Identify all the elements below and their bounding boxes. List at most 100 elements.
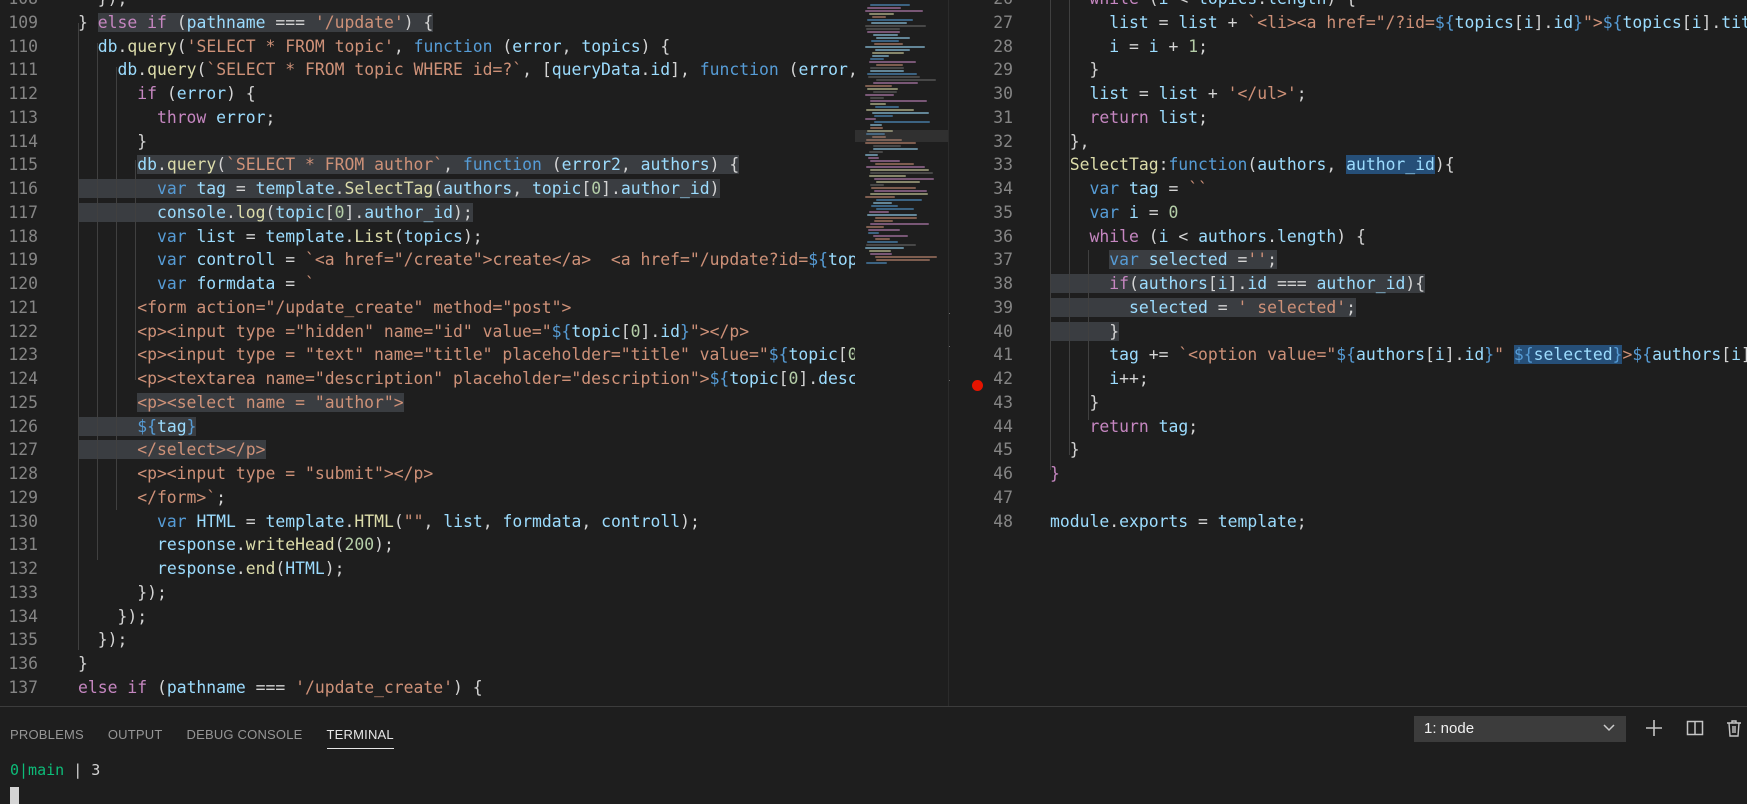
right-editor[interactable]: 26 while (i < topics.length) { 27 list = … <box>948 0 1747 706</box>
line-number[interactable]: 126 <box>0 415 38 439</box>
line-number[interactable]: 116 <box>0 177 38 201</box>
left-code-line[interactable]: 109} else if (pathname === '/update') { <box>0 11 855 35</box>
code-text[interactable]: db.query(`SELECT * FROM author`, functio… <box>78 153 740 177</box>
line-number[interactable]: 125 <box>0 391 38 415</box>
code-text[interactable]: } <box>78 130 147 154</box>
line-number[interactable]: 46 <box>949 462 1013 486</box>
line-number[interactable]: 128 <box>0 462 38 486</box>
code-text[interactable]: } <box>1050 58 1099 82</box>
line-number[interactable]: 30 <box>949 82 1013 106</box>
line-number[interactable]: 39 <box>949 296 1013 320</box>
left-code-line[interactable]: 118 var list = template.List(topics); <box>0 225 855 249</box>
left-code-line[interactable]: 110 db.query('SELECT * FROM topic', func… <box>0 35 855 59</box>
code-text[interactable]: </form>`; <box>78 486 226 510</box>
line-number[interactable]: 36 <box>949 225 1013 249</box>
tab-problems[interactable]: PROBLEMS <box>10 721 84 749</box>
code-text[interactable]: <p><input type = "text" name="title" pla… <box>78 343 855 367</box>
line-number[interactable]: 133 <box>0 581 38 605</box>
left-code-line[interactable]: 120 var formdata = ` <box>0 272 855 296</box>
line-number[interactable]: 27 <box>949 11 1013 35</box>
line-number[interactable]: 37 <box>949 248 1013 272</box>
line-number[interactable]: 29 <box>949 58 1013 82</box>
line-number[interactable]: 135 <box>0 628 38 652</box>
line-number[interactable]: 108 <box>0 0 38 11</box>
line-number[interactable]: 118 <box>0 225 38 249</box>
line-number[interactable]: 119 <box>0 248 38 272</box>
line-number[interactable]: 26 <box>949 0 1013 11</box>
line-number[interactable]: 28 <box>949 35 1013 59</box>
code-text[interactable]: tag += `<option value="${authors[i].id}"… <box>1050 343 1747 367</box>
left-code-line[interactable]: 112 if (error) { <box>0 82 855 106</box>
line-number[interactable]: 47 <box>949 486 1013 510</box>
line-number[interactable]: 109 <box>0 11 38 35</box>
code-text[interactable]: var HTML = template.HTML("", list, formd… <box>78 510 700 534</box>
right-code-line[interactable]: 47 <box>949 486 1747 510</box>
code-text[interactable]: var formdata = ` <box>78 272 315 296</box>
left-code-line[interactable]: 132 response.end(HTML); <box>0 557 855 581</box>
code-text[interactable]: db.query(`SELECT * FROM topic WHERE id=?… <box>78 58 855 82</box>
left-code-line[interactable]: 135 }); <box>0 628 855 652</box>
left-code-line[interactable]: 126 ${tag} <box>0 415 855 439</box>
code-text[interactable]: } <box>1050 391 1099 415</box>
code-text[interactable]: <p><input type ="hidden" name="id" value… <box>78 320 749 344</box>
code-text[interactable]: while (i < authors.length) { <box>1050 225 1365 249</box>
line-number[interactable]: 32 <box>949 130 1013 154</box>
line-number[interactable]: 124 <box>0 367 38 391</box>
left-code-line[interactable]: 117 console.log(topic[0].author_id); <box>0 201 855 225</box>
breakpoint-icon[interactable] <box>972 380 983 391</box>
line-number[interactable]: 33 <box>949 153 1013 177</box>
code-text[interactable]: } <box>1050 320 1120 344</box>
code-text[interactable]: i = i + 1; <box>1050 35 1208 59</box>
line-number[interactable]: 35 <box>949 201 1013 225</box>
code-text[interactable]: <p><textarea name="description" placehol… <box>78 367 855 391</box>
line-number[interactable]: 117 <box>0 201 38 225</box>
code-text[interactable]: }); <box>78 628 128 652</box>
line-number[interactable]: 122 <box>0 320 38 344</box>
tab-output[interactable]: OUTPUT <box>108 721 163 749</box>
line-number[interactable]: 40 <box>949 320 1013 344</box>
line-number[interactable]: 38 <box>949 272 1013 296</box>
left-code-line[interactable]: 124 <p><textarea name="description" plac… <box>0 367 855 391</box>
code-text[interactable]: <p><select name = "author"> <box>78 391 404 415</box>
line-number[interactable]: 131 <box>0 533 38 557</box>
line-number[interactable]: 45 <box>949 438 1013 462</box>
left-code-line[interactable]: 127 </select></p> <box>0 438 855 462</box>
line-number[interactable]: 134 <box>0 605 38 629</box>
left-code-line[interactable]: 130 var HTML = template.HTML("", list, f… <box>0 510 855 534</box>
code-text[interactable]: var selected =''; <box>1050 248 1278 272</box>
code-text[interactable]: </select></p> <box>78 438 266 462</box>
line-number[interactable]: 115 <box>0 153 38 177</box>
terminal-select[interactable]: 1: node <box>1414 716 1626 742</box>
left-code-line[interactable]: 121 <form action="/update_create" method… <box>0 296 855 320</box>
line-number[interactable]: 129 <box>0 486 38 510</box>
code-text[interactable]: } <box>78 652 88 676</box>
plus-icon[interactable] <box>1643 718 1665 740</box>
code-text[interactable]: module.exports = template; <box>1050 510 1307 534</box>
code-text[interactable]: var tag = `` <box>1050 177 1207 201</box>
left-code-line[interactable]: 108 }); <box>0 0 855 11</box>
line-number[interactable]: 110 <box>0 35 38 59</box>
left-code-line[interactable]: 113 throw error; <box>0 106 855 130</box>
minimap-slider[interactable] <box>855 130 948 142</box>
code-text[interactable]: while (i < topics.length) { <box>1050 0 1356 11</box>
code-text[interactable]: list = list + `<li><a href="/?id=${topic… <box>1050 11 1747 35</box>
left-code-lines[interactable]: 108 });109} else if (pathname === '/upda… <box>0 0 855 700</box>
line-number[interactable]: 43 <box>949 391 1013 415</box>
left-code-line[interactable]: 136} <box>0 652 855 676</box>
line-number[interactable]: 112 <box>0 82 38 106</box>
right-code-line[interactable]: 48 module.exports = template; <box>949 510 1747 534</box>
left-code-line[interactable]: 131 response.writeHead(200); <box>0 533 855 557</box>
left-code-line[interactable]: 122 <p><input type ="hidden" name="id" v… <box>0 320 855 344</box>
line-number[interactable]: 137 <box>0 676 38 700</box>
code-text[interactable]: response.end(HTML); <box>78 557 345 581</box>
left-code-line[interactable]: 125 <p><select name = "author"> <box>0 391 855 415</box>
code-text[interactable]: console.log(topic[0].author_id); <box>78 201 473 225</box>
line-number[interactable]: 31 <box>949 106 1013 130</box>
right-code-line[interactable]: 46} <box>949 462 1747 486</box>
line-number[interactable]: 123 <box>0 343 38 367</box>
code-text[interactable]: ${tag} <box>78 415 197 439</box>
code-text[interactable]: selected = ' selected'; <box>1050 296 1356 320</box>
line-number[interactable]: 127 <box>0 438 38 462</box>
left-code-line[interactable]: 111 db.query(`SELECT * FROM topic WHERE … <box>0 58 855 82</box>
line-number[interactable]: 114 <box>0 130 38 154</box>
